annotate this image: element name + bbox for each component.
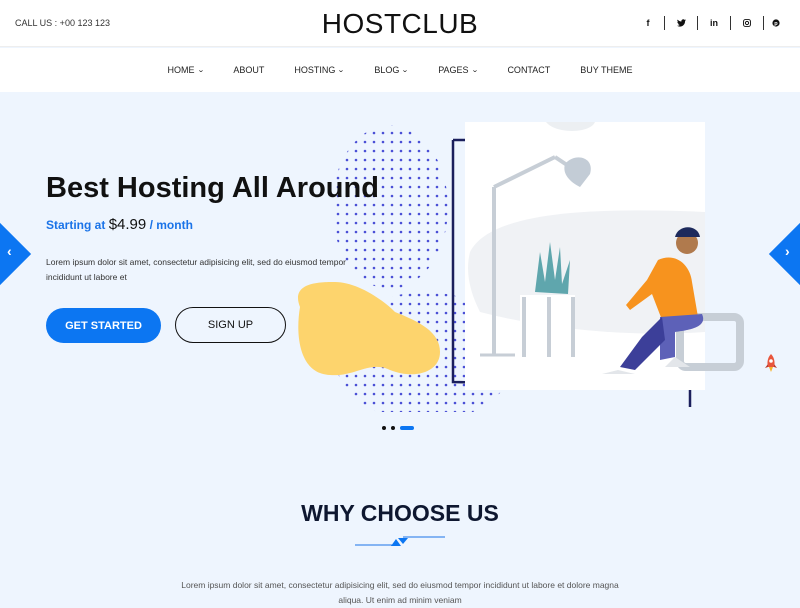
nav-label: HOME xyxy=(167,65,195,75)
nav-item-pages[interactable]: PAGES ⌄ xyxy=(438,65,479,75)
nav-item-buy-theme[interactable]: BUY THEME xyxy=(580,65,632,75)
nav-item-contact[interactable]: CONTACT xyxy=(507,65,550,75)
price-amount: $4.99 xyxy=(108,216,147,233)
nav-label: BUY THEME xyxy=(580,65,633,75)
sign-up-button[interactable]: SIGN UP xyxy=(175,307,286,343)
price-line: Starting at $4.99 / month xyxy=(46,216,193,233)
nav-label: HOSTING xyxy=(294,65,336,75)
main-nav: HOME ⌄ ABOUT HOSTING ⌄ BLOG ⌄ PAGES ⌄ CONTAC… xyxy=(0,48,800,92)
chevron-down-icon: ⌄ xyxy=(470,67,479,74)
chevron-down-icon: ⌄ xyxy=(401,67,410,74)
nav-item-home[interactable]: HOME ⌄ xyxy=(167,65,205,75)
chevron-down-icon: ⌄ xyxy=(196,67,205,74)
top-header: CALL US : +00 123 123 HOSTCLUB f in p xyxy=(0,0,800,47)
price-suffix: / month xyxy=(149,218,193,232)
slider-prev-button[interactable] xyxy=(0,222,32,286)
hero-title: Best Hosting All Around xyxy=(46,172,379,204)
chevron-left-icon: ‹ xyxy=(7,243,12,259)
nav-label: CONTACT xyxy=(507,65,551,75)
nav-label: ABOUT xyxy=(233,65,265,75)
linkedin-icon[interactable]: in xyxy=(698,16,731,30)
nav-label: PAGES xyxy=(438,65,469,75)
title-divider-icon xyxy=(355,536,445,546)
chevron-right-icon: › xyxy=(785,243,790,259)
slide-dot-active[interactable] xyxy=(400,426,414,430)
why-choose-text: Lorem ipsum dolor sit amet, consectetur … xyxy=(181,580,619,605)
svg-text:p: p xyxy=(774,21,778,27)
pinterest-icon[interactable]: p xyxy=(764,16,788,30)
nav-label: BLOG xyxy=(374,65,400,75)
hero-slider: ‹ › Best Hosting All Around Starting at … xyxy=(0,92,800,452)
social-links: f in p xyxy=(632,16,788,30)
get-started-button[interactable]: GET STARTED xyxy=(46,308,161,343)
rocket-icon[interactable] xyxy=(765,354,777,372)
slider-pagination xyxy=(382,426,419,430)
facebook-icon[interactable]: f xyxy=(632,16,665,30)
slide-dot[interactable] xyxy=(391,426,395,430)
chevron-down-icon: ⌄ xyxy=(337,67,346,74)
instagram-icon[interactable] xyxy=(731,16,764,30)
hero-description: Lorem ipsum dolor sit amet, consectetur … xyxy=(46,257,347,282)
price-prefix: Starting at xyxy=(46,218,106,232)
nav-item-about[interactable]: ABOUT xyxy=(233,65,264,75)
why-choose-title: WHY CHOOSE US xyxy=(301,500,499,526)
nav-item-hosting[interactable]: HOSTING ⌄ xyxy=(294,65,346,75)
twitter-icon[interactable] xyxy=(665,16,698,30)
nav-item-blog[interactable]: BLOG ⌄ xyxy=(374,65,410,75)
slide-dot[interactable] xyxy=(382,426,386,430)
